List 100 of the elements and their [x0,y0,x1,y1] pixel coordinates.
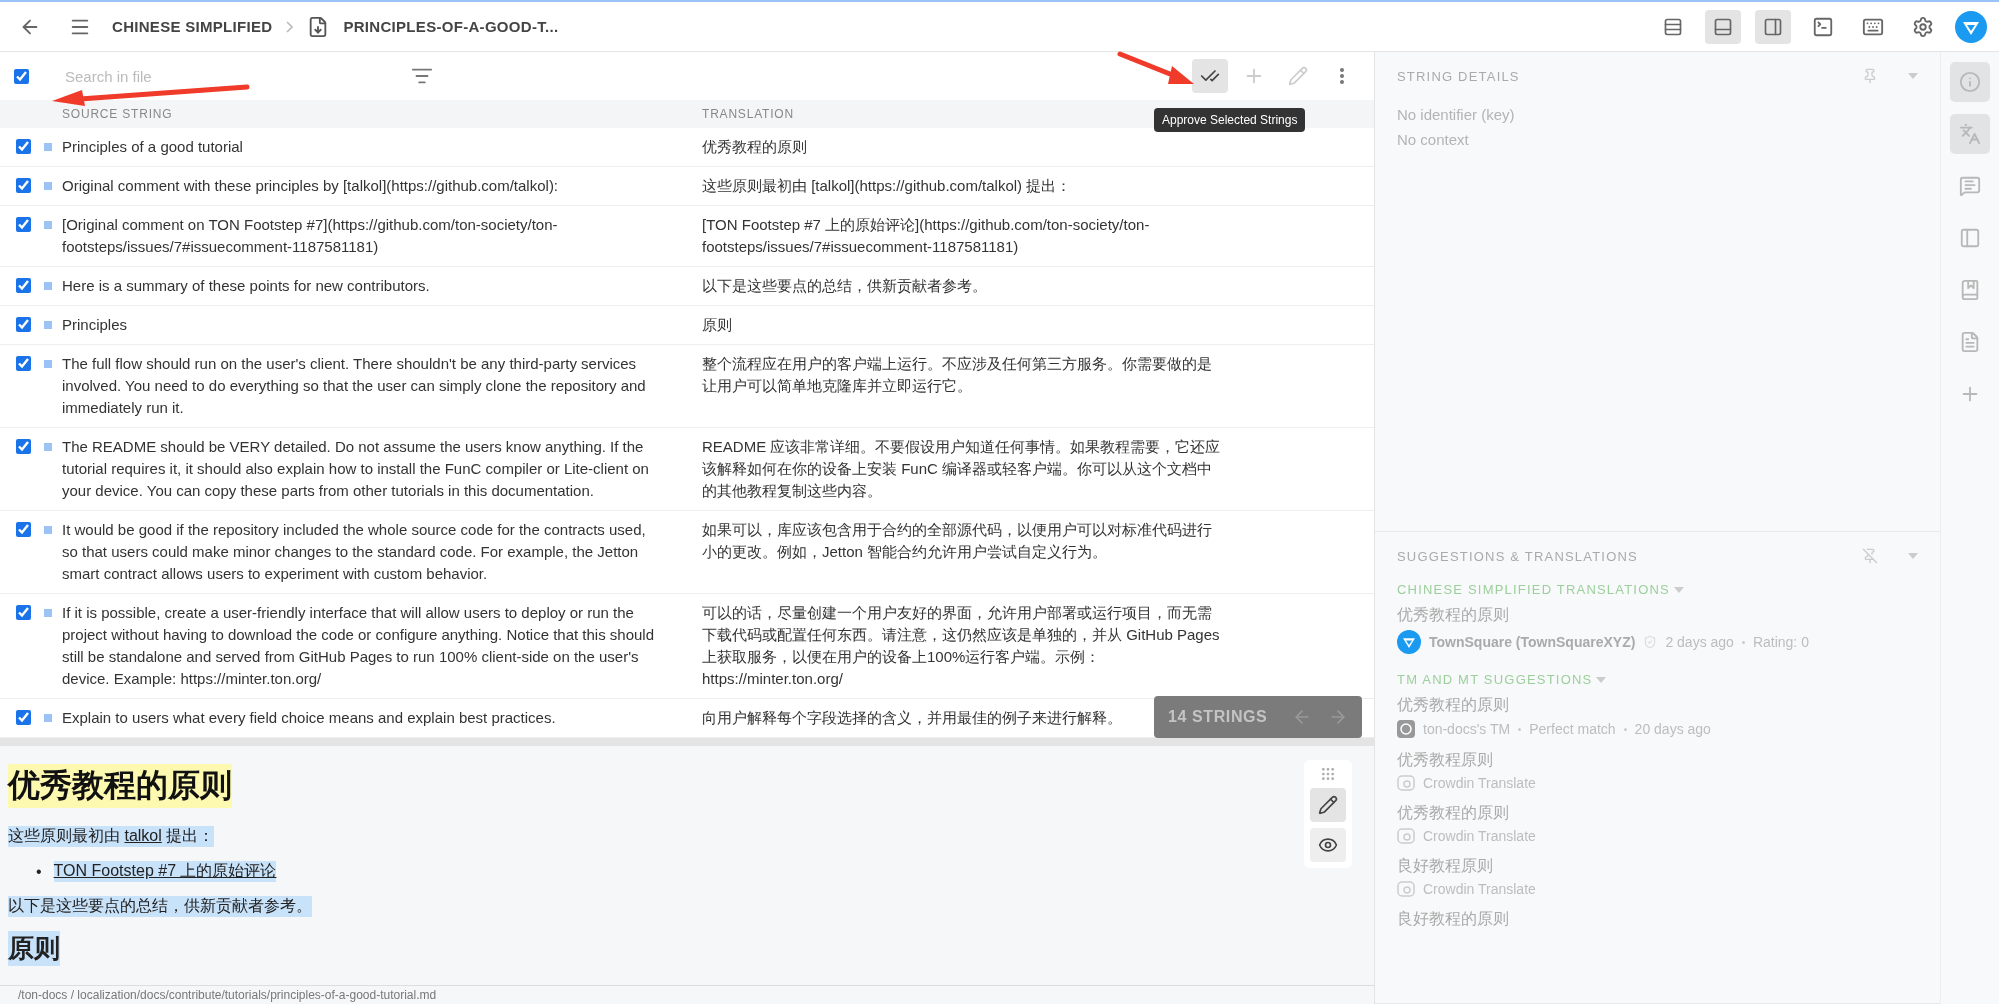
section-title: STRING DETAILS [1397,68,1520,84]
translation-cell-text: 如果可以，库应该包含用于合约的全部源代码，以便用户可以对标准代码进行小的更改。例如，Jetton 智能合约允许用户尝试自定义行为。 [702,520,1213,562]
column-header: TRANSLATION [702,107,794,121]
row-checkbox[interactable] [16,605,31,620]
tooltip: Approve Selected Strings [1154,108,1306,132]
settings-icon [1912,15,1934,38]
translate-icon [1959,123,1981,145]
suggestion-meta: Crowdin Translate [1423,775,1536,791]
status-marker [44,321,52,329]
chevron-icon [286,20,294,33]
row-checkbox[interactable] [16,522,31,537]
status-marker [44,221,52,229]
translation-cell-text: 优秀教程的原则 [702,137,808,157]
file-path: /ton-docs / localization/docs/contribute/tutorials/principles-of-a-good-tutorial.md [0,985,1374,1004]
pencil-icon [1318,795,1338,815]
row-checkbox[interactable] [16,217,31,232]
translation-cell-text: [TON Footstep #7 上的原始评论](https://github.com/ton-society/ton-footsteps/issues/7#issuecomment-1187581181) [702,215,1151,257]
preview-mode-button[interactable] [1310,828,1346,862]
translation-cell-text: 原则 [702,315,733,335]
status-marker [44,143,52,151]
column-header: SOURCE STRING [62,107,173,121]
suggestion-text[interactable]: 优秀教程的原则 [1397,803,1509,824]
status-marker [44,182,52,190]
translation-cell-text: 以下是这些要点的总结，供新贡献者参考。 [702,276,988,296]
suggestion-meta: 2 days ago [1665,634,1734,650]
row-checkbox[interactable] [16,278,31,293]
source-cell-text: If it is possible, create a user-friendly interface that will allow users to deploy or run the project without having to download the code or configure anything. Notice that this should still be standalone and served from GitHub Pages to run 100% client-side on the user's device. Example: https://minter.ton.org/ [62,603,656,689]
suggestion-meta: Perfect match [1529,721,1616,737]
suggestion-meta: Crowdin Translate [1423,881,1536,897]
translation-cell-text: README 应该非常详细。不要假设用户知道任何事情。如果教程需要，它还应该解释如何在你的设备上安装 FunC 编译器或轻客户端。你可以从这个文档中的其他教程复制这些内容。 [702,437,1222,501]
caret-icon [1908,553,1918,559]
status-marker [44,526,52,534]
preview-title: 优秀教程的原则 [8,764,232,808]
bookmark-icon [1959,279,1981,301]
bullet-marker: • [36,862,42,881]
edit-mode-button[interactable] [1310,788,1346,822]
preview-heading: 原则 [8,931,60,966]
suggestion-meta: ton-docs's TM [1423,721,1511,737]
panel-icon [1959,227,1981,249]
status-marker [44,443,52,451]
more-icon [1340,68,1344,84]
source-cell-text: Explain to users what every field choice means and explain best practices. [62,708,557,728]
suggestion-text[interactable]: 良好教程原则 [1397,856,1493,877]
strings-counter: 14 STRINGS [1154,696,1362,738]
source-cell-text: The README should be VERY detailed. Do not assume the users know anything. If the tutorial requires it, it should also explain how to install the FunC compiler or Lite-client on your device. You can copy these parts from other tutorials in this documentation. [62,437,650,501]
logo-icon [1397,630,1421,654]
source-cell-text: It would be good if the repository included the whole source code for the contracts used, so that users could make minor changes to the standard code. For example, the Jetton smart contract allows users to experiment with custom behavior. [62,520,647,584]
suggestion-text[interactable]: 良好教程的原则 [1397,909,1509,930]
verified-icon [1643,635,1658,649]
suggestion-meta: Crowdin Translate [1423,828,1536,844]
info-icon [1959,71,1981,93]
translation-cell-text: 可以的话，尽量创建一个用户友好的界面，允许用户部署或运行项目，而无需下载代码或配置任何东西。请注意，这仍然应该是单独的，并从 GitHub Pages 上获取服务，以便在用户的设备上100%运行客户端。示例：https://minter.ton.org/ [702,603,1221,689]
bottom-panel-view-button[interactable] [1705,9,1741,44]
preview-paragraph: 这些原则最初由 talkol 提出： [8,826,215,847]
separator-dot [1623,727,1627,731]
row-checkbox[interactable] [16,139,31,154]
row-checkbox[interactable] [16,317,31,332]
group-title[interactable]: CHINESE SIMPLIFIED TRANSLATIONS [1397,582,1684,597]
file-icon [1959,331,1981,353]
select-all-checkbox[interactable] [14,68,29,84]
row-checkbox[interactable] [16,710,31,725]
row-checkbox[interactable] [16,439,31,454]
comment-icon [1959,175,1981,197]
right-panel-view-button[interactable] [1755,9,1791,44]
bottom-panel-icon [1713,16,1733,37]
breadcrumb-file[interactable]: PRINCIPLES-OF-A-GOOD-T... [343,18,559,35]
group-title[interactable]: TM AND MT SUGGESTIONS [1397,672,1607,687]
caret-icon [1673,586,1684,593]
breadcrumb-language[interactable]: CHINESE SIMPLIFIED [112,18,273,35]
preview-paragraph: 以下是这些要点的总结，供新贡献者参考。 [8,896,312,917]
translation-cell-text: 向用户解释每个字段选择的含义，并用最佳的例子来进行解释。 [702,708,1123,728]
suggestion-text[interactable]: 优秀教程原则 [1397,750,1493,771]
approve-button[interactable] [1192,59,1228,93]
columns-layout-icon [1663,16,1683,37]
suggestion-text[interactable]: 优秀教程的原则 [1397,605,1509,626]
source-cell-text: Principles [62,315,129,335]
caret-icon [1596,676,1607,683]
preview-link[interactable]: talkol [124,827,162,844]
status-marker [44,609,52,617]
status-marker [44,282,52,290]
translation-cell-text: 整个流程应在用户的客户端上运行。不应涉及任何第三方服务。你需要做的是让用户可以简单地克隆库并立即运行它。 [702,354,1213,396]
drag-handle-icon[interactable] [1320,766,1336,782]
row-checkbox[interactable] [16,356,31,371]
caret-icon [1908,73,1918,79]
source-cell-text: [Original comment on TON Footstep #7](https://github.com/ton-society/ton-footsteps/issues/7#issuecomment-1187581181) [62,215,559,257]
preview-link[interactable]: TON Footstep #7 上的原始评论 [53,861,277,882]
source-cell-text: Original comment with these principles by [talkol](https://github.com/talkol): [62,176,560,196]
logo-icon [1955,10,1987,43]
suggestion-meta: 20 days ago [1634,721,1711,737]
status-marker [44,360,52,368]
suggestion-text[interactable]: 优秀教程的原则 [1397,695,1509,716]
translation-cell-text: 这些原则最初由 [talkol](https://github.com/talkol) 提出： [702,176,1073,196]
row-checkbox[interactable] [16,178,31,193]
detail-text: No context [1397,131,1470,148]
status-marker [44,714,52,722]
source-cell-text: Here is a summary of these points for new contributors. [62,276,431,296]
separator-dot [1741,640,1745,644]
terminal-icon [1812,15,1834,38]
eye-icon [1318,835,1338,855]
section-title: SUGGESTIONS & TRANSLATIONS [1397,548,1638,564]
